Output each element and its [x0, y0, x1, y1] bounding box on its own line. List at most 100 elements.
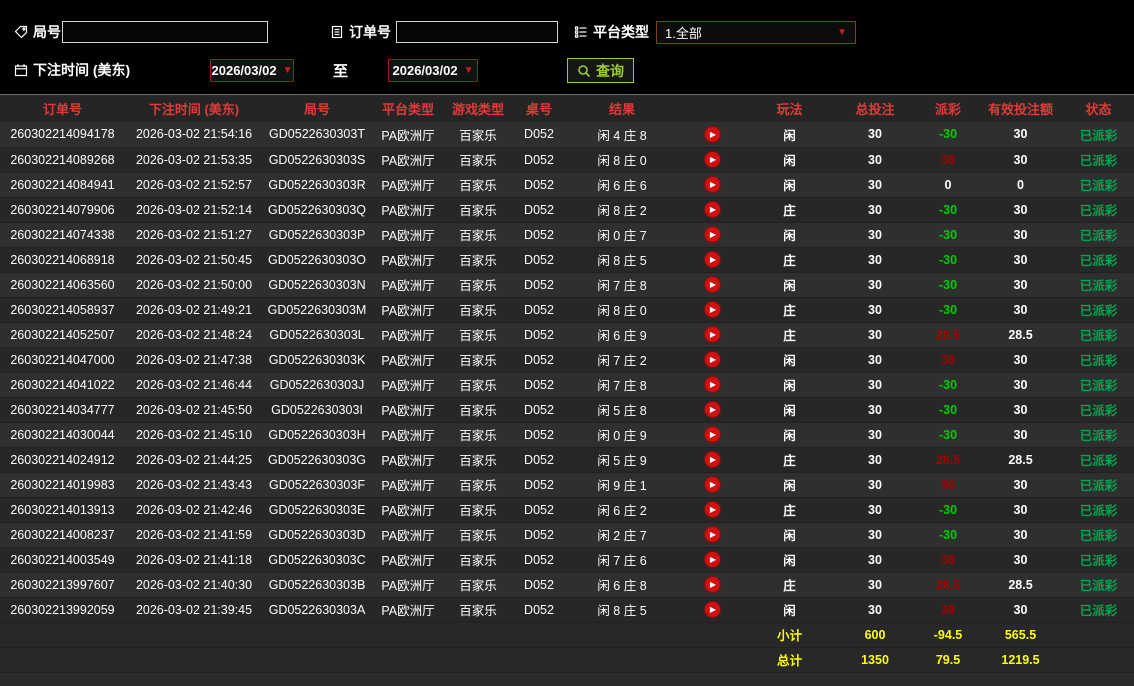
- list-icon: [574, 26, 587, 38]
- record-row: 260302214024912 2026-03-02 21:44:25 GD0522…: [0, 447, 1134, 472]
- cell-platform: PA欧洲厅: [381, 404, 435, 418]
- chevron-down-icon: ▼: [837, 26, 847, 38]
- cell-valid-bet: 30: [1013, 377, 1028, 392]
- cell-platform: PA欧洲厅: [381, 254, 435, 268]
- cell-play: 闲: [783, 128, 796, 143]
- cell-payout: 28.5: [935, 577, 961, 592]
- betting-records-table: 订单号 下注时间 (美东) 局号 平台类型 游戏类型 桌号 结果 玩法 总投注 派彩 有效投注额 状态…: [0, 95, 1134, 673]
- cell-valid-bet: 30: [1013, 502, 1028, 517]
- replay-button[interactable]: ▶: [703, 226, 721, 244]
- cell-platform: PA欧洲厅: [381, 479, 435, 493]
- cell-payout: 30: [941, 352, 955, 367]
- column-header: 状态: [1063, 95, 1134, 122]
- cell-result: 闲 8 庄 0: [597, 154, 647, 168]
- replay-button[interactable]: ▶: [703, 301, 721, 319]
- replay-button[interactable]: ▶: [703, 176, 721, 194]
- replay-button[interactable]: ▶: [703, 151, 721, 169]
- cell-table-no: D052: [524, 402, 554, 417]
- date-from-value: 2026/03/02: [211, 63, 277, 78]
- cell-platform: PA欧洲厅: [381, 179, 435, 193]
- cell-status: 已派彩: [1079, 128, 1118, 143]
- cell-payout: 30: [941, 477, 955, 492]
- query-button-label: 查询: [596, 62, 624, 79]
- cell-result: 闲 7 庄 8: [597, 379, 647, 393]
- cell-order: 260302214052507: [10, 327, 115, 342]
- record-row: 260302214079906 2026-03-02 21:52:14 GD0522…: [0, 197, 1134, 222]
- cell-platform: PA欧洲厅: [381, 554, 435, 568]
- replay-button[interactable]: ▶: [703, 401, 721, 419]
- cell-total-bet: 30: [868, 527, 882, 542]
- column-header: 桌号: [511, 95, 567, 122]
- replay-button[interactable]: ▶: [703, 251, 721, 269]
- filter-panel: 局号 订单号 平台类型 1.全部 ▼ 下注时间 (美东) 2026/03/02 …: [0, 0, 1134, 95]
- column-header: 有效投注额: [978, 95, 1063, 122]
- cell-payout: -30: [938, 202, 958, 217]
- grand-total-row: 总计 1350 79.5 1219.5: [0, 647, 1134, 672]
- replay-button[interactable]: ▶: [703, 476, 721, 494]
- cell-game: 百家乐: [459, 154, 497, 168]
- cell-status: 已派彩: [1079, 504, 1118, 518]
- cell-platform: PA欧洲厅: [381, 279, 435, 293]
- cell-status: 已派彩: [1079, 604, 1118, 618]
- cell-platform: PA欧洲厅: [381, 354, 435, 368]
- column-header: 总投注: [832, 95, 918, 122]
- platform-type-select[interactable]: 1.全部 ▼: [656, 21, 856, 44]
- replay-button[interactable]: ▶: [703, 501, 721, 519]
- replay-button[interactable]: ▶: [703, 551, 721, 569]
- replay-button[interactable]: ▶: [703, 526, 721, 544]
- cell-order: 260302214034777: [10, 402, 115, 417]
- cell-payout: -30: [938, 277, 958, 292]
- cell-game: 百家乐: [459, 504, 497, 518]
- replay-cell: ▶: [677, 372, 747, 397]
- header-row: 订单号 下注时间 (美东) 局号 平台类型 游戏类型 桌号 结果 玩法 总投注 派彩 有效投注额 状态: [0, 95, 1134, 122]
- cell-game: 百家乐: [459, 329, 497, 343]
- replay-button[interactable]: ▶: [703, 276, 721, 294]
- cell-table-no: D052: [524, 427, 554, 442]
- date-to-picker[interactable]: 2026/03/02 ▼: [388, 59, 478, 82]
- cell-play: 闲: [783, 229, 796, 243]
- cell-round: GD0522630303B: [268, 577, 366, 592]
- calendar-icon: [14, 64, 28, 77]
- replay-button[interactable]: ▶: [703, 601, 721, 619]
- cell-game: 百家乐: [459, 579, 497, 593]
- replay-button[interactable]: ▶: [703, 351, 721, 369]
- cell-platform: PA欧洲厅: [381, 204, 435, 218]
- cell-result: 闲 6 庄 8: [597, 579, 647, 593]
- replay-button[interactable]: ▶: [703, 326, 721, 344]
- cell-table-no: D052: [524, 527, 554, 542]
- cell-result: 闲 7 庄 8: [597, 279, 647, 293]
- cell-total-bet: 30: [868, 552, 882, 567]
- cell-play: 闲: [783, 529, 796, 543]
- date-from-picker[interactable]: 2026/03/02 ▼: [210, 59, 294, 82]
- platform-type-label: 平台类型: [574, 22, 649, 42]
- cell-status: 已派彩: [1079, 254, 1118, 268]
- cell-valid-bet: 30: [1013, 352, 1028, 367]
- cell-game: 百家乐: [459, 429, 497, 443]
- grand-total-status: [1063, 647, 1134, 672]
- replay-button[interactable]: ▶: [703, 426, 721, 444]
- replay-cell: ▶: [677, 397, 747, 422]
- order-number-input[interactable]: [396, 21, 558, 43]
- cell-platform: PA欧洲厅: [381, 454, 435, 468]
- replay-button[interactable]: ▶: [703, 451, 721, 469]
- chevron-down-icon: ▼: [282, 64, 293, 76]
- cell-status: 已派彩: [1079, 579, 1118, 593]
- cell-valid-bet: 30: [1013, 302, 1028, 317]
- cell-order: 260302213992059: [10, 602, 115, 617]
- betting-records-page: 局号 订单号 平台类型 1.全部 ▼ 下注时间 (美东) 2026/03/02 …: [0, 0, 1134, 686]
- round-number-input[interactable]: [62, 21, 268, 43]
- grand-total-total-bet: 1350: [861, 652, 889, 667]
- replay-cell: ▶: [677, 422, 747, 447]
- bet-time-label-text: 下注时间 (美东): [33, 62, 131, 78]
- cell-platform: PA欧洲厅: [381, 229, 435, 243]
- replay-button[interactable]: ▶: [703, 201, 721, 219]
- replay-button[interactable]: ▶: [703, 576, 721, 594]
- cell-valid-bet: 30: [1013, 602, 1028, 617]
- record-row: 260302214030044 2026-03-02 21:45:10 GD0522…: [0, 422, 1134, 447]
- query-button[interactable]: 查询: [567, 58, 634, 83]
- replay-button[interactable]: ▶: [703, 126, 721, 143]
- replay-cell: ▶: [677, 572, 747, 597]
- cell-payout: 30: [941, 602, 955, 617]
- replay-button[interactable]: ▶: [703, 376, 721, 394]
- cell-total-bet: 30: [868, 427, 882, 442]
